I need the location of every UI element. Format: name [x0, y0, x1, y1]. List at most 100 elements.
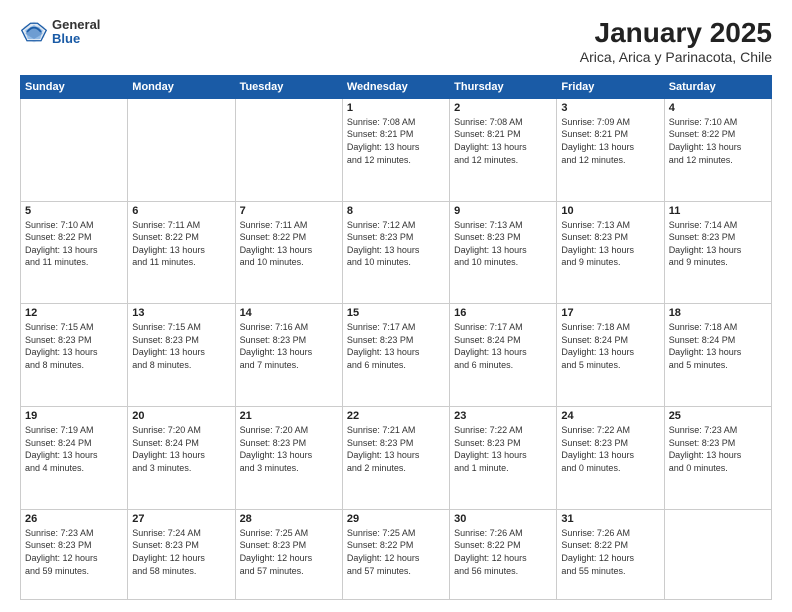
calendar-cell: 24 Sunrise: 7:22 AM Sunset: 8:23 PM Dayli…	[557, 407, 664, 510]
day-info: Sunrise: 7:17 AM Sunset: 8:24 PM Dayligh…	[454, 321, 552, 371]
day-number: 28	[240, 513, 338, 525]
day-number: 9	[454, 205, 552, 217]
day-info: Sunrise: 7:24 AM Sunset: 8:23 PM Dayligh…	[132, 527, 230, 577]
day-info: Sunrise: 7:10 AM Sunset: 8:22 PM Dayligh…	[25, 219, 123, 269]
calendar-cell: 16Sunrise: 7:17 AM Sunset: 8:24 PM Dayli…	[450, 304, 557, 407]
day-info: Sunrise: 7:10 AM Sunset: 8:22 PM Dayligh…	[669, 116, 767, 166]
day-info: Sunrise: 7:08 AM Sunset: 8:21 PM Dayligh…	[454, 116, 552, 166]
logo-icon	[20, 18, 48, 46]
day-number: 26	[25, 513, 123, 525]
calendar-cell: 19 Sunrise: 7:19 AM Sunset: 8:24 PM Dayli…	[21, 407, 128, 510]
day-info: Sunrise: 7:18 AM Sunset: 8:24 PM Dayligh…	[561, 321, 659, 371]
calendar-cell: 22 Sunrise: 7:21 AM Sunset: 8:23 PM Dayli…	[342, 407, 449, 510]
day-number: 14	[240, 307, 338, 319]
calendar-cell: 8 Sunrise: 7:12 AM Sunset: 8:23 PM Daylig…	[342, 201, 449, 304]
header-row: Sunday Monday Tuesday Wednesday Thursday…	[21, 75, 772, 98]
day-info: Sunrise: 7:09 AM Sunset: 8:21 PM Dayligh…	[561, 116, 659, 166]
calendar-cell: 17Sunrise: 7:18 AM Sunset: 8:24 PM Dayli…	[557, 304, 664, 407]
day-number: 8	[347, 205, 445, 217]
day-number: 4	[669, 102, 767, 114]
col-sunday: Sunday	[21, 75, 128, 98]
calendar-cell: 14 Sunrise: 7:16 AM Sunset: 8:23 PM Dayli…	[235, 304, 342, 407]
day-info: Sunrise: 7:26 AM Sunset: 8:22 PM Dayligh…	[454, 527, 552, 577]
day-number: 15	[347, 307, 445, 319]
calendar-cell: 2 Sunrise: 7:08 AM Sunset: 8:21 PM Daylig…	[450, 98, 557, 201]
day-info: Sunrise: 7:17 AM Sunset: 8:23 PM Dayligh…	[347, 321, 445, 371]
day-number: 7	[240, 205, 338, 217]
day-info: Sunrise: 7:13 AM Sunset: 8:23 PM Dayligh…	[454, 219, 552, 269]
day-number: 12	[25, 307, 123, 319]
day-number: 19	[25, 410, 123, 422]
day-number: 1	[347, 102, 445, 114]
day-info: Sunrise: 7:25 AM Sunset: 8:22 PM Dayligh…	[347, 527, 445, 577]
day-info: Sunrise: 7:15 AM Sunset: 8:23 PM Dayligh…	[25, 321, 123, 371]
day-info: Sunrise: 7:14 AM Sunset: 8:23 PM Dayligh…	[669, 219, 767, 269]
col-monday: Monday	[128, 75, 235, 98]
day-number: 3	[561, 102, 659, 114]
calendar-cell: 27Sunrise: 7:24 AM Sunset: 8:23 PM Dayli…	[128, 509, 235, 599]
day-info: Sunrise: 7:20 AM Sunset: 8:24 PM Dayligh…	[132, 424, 230, 474]
calendar-cell	[235, 98, 342, 201]
calendar-cell: 26 Sunrise: 7:23 AM Sunset: 8:23 PM Dayli…	[21, 509, 128, 599]
title-block: January 2025 Arica, Arica y Parinacota, …	[580, 18, 772, 65]
day-info: Sunrise: 7:23 AM Sunset: 8:23 PM Dayligh…	[25, 527, 123, 577]
logo-text: General Blue	[52, 18, 100, 47]
calendar-cell: 30 Sunrise: 7:26 AM Sunset: 8:22 PM Dayli…	[450, 509, 557, 599]
day-info: Sunrise: 7:20 AM Sunset: 8:23 PM Dayligh…	[240, 424, 338, 474]
col-thursday: Thursday	[450, 75, 557, 98]
calendar-cell: 18Sunrise: 7:18 AM Sunset: 8:24 PM Dayli…	[664, 304, 771, 407]
week-row-5: 26 Sunrise: 7:23 AM Sunset: 8:23 PM Dayli…	[21, 509, 772, 599]
calendar-cell: 29 Sunrise: 7:25 AM Sunset: 8:22 PM Dayli…	[342, 509, 449, 599]
day-info: Sunrise: 7:26 AM Sunset: 8:22 PM Dayligh…	[561, 527, 659, 577]
day-info: Sunrise: 7:15 AM Sunset: 8:23 PM Dayligh…	[132, 321, 230, 371]
logo: General Blue	[20, 18, 100, 47]
logo-blue: Blue	[52, 32, 100, 46]
calendar-cell	[21, 98, 128, 201]
calendar-cell: 25Sunrise: 7:23 AM Sunset: 8:23 PM Dayli…	[664, 407, 771, 510]
day-number: 20	[132, 410, 230, 422]
calendar-cell: 9 Sunrise: 7:13 AM Sunset: 8:23 PM Daylig…	[450, 201, 557, 304]
day-number: 18	[669, 307, 767, 319]
calendar-subtitle: Arica, Arica y Parinacota, Chile	[580, 49, 772, 65]
week-row-2: 5 Sunrise: 7:10 AM Sunset: 8:22 PM Daylig…	[21, 201, 772, 304]
col-saturday: Saturday	[664, 75, 771, 98]
week-row-3: 12 Sunrise: 7:15 AM Sunset: 8:23 PM Dayli…	[21, 304, 772, 407]
col-friday: Friday	[557, 75, 664, 98]
calendar-cell: 1 Sunrise: 7:08 AM Sunset: 8:21 PM Daylig…	[342, 98, 449, 201]
day-number: 10	[561, 205, 659, 217]
day-info: Sunrise: 7:21 AM Sunset: 8:23 PM Dayligh…	[347, 424, 445, 474]
calendar-cell: 3 Sunrise: 7:09 AM Sunset: 8:21 PM Daylig…	[557, 98, 664, 201]
day-number: 2	[454, 102, 552, 114]
calendar-cell: 21Sunrise: 7:20 AM Sunset: 8:23 PM Dayli…	[235, 407, 342, 510]
calendar-table: Sunday Monday Tuesday Wednesday Thursday…	[20, 75, 772, 600]
calendar-body: 1 Sunrise: 7:08 AM Sunset: 8:21 PM Daylig…	[21, 98, 772, 599]
day-number: 11	[669, 205, 767, 217]
calendar-cell: 12 Sunrise: 7:15 AM Sunset: 8:23 PM Dayli…	[21, 304, 128, 407]
calendar-cell: 11 Sunrise: 7:14 AM Sunset: 8:23 PM Dayli…	[664, 201, 771, 304]
day-number: 24	[561, 410, 659, 422]
calendar-cell: 7Sunrise: 7:11 AM Sunset: 8:22 PM Daylig…	[235, 201, 342, 304]
day-info: Sunrise: 7:12 AM Sunset: 8:23 PM Dayligh…	[347, 219, 445, 269]
day-number: 22	[347, 410, 445, 422]
calendar-cell: 4 Sunrise: 7:10 AM Sunset: 8:22 PM Daylig…	[664, 98, 771, 201]
day-number: 30	[454, 513, 552, 525]
calendar-cell: 28Sunrise: 7:25 AM Sunset: 8:23 PM Dayli…	[235, 509, 342, 599]
day-info: Sunrise: 7:22 AM Sunset: 8:23 PM Dayligh…	[561, 424, 659, 474]
col-tuesday: Tuesday	[235, 75, 342, 98]
calendar-cell: 15 Sunrise: 7:17 AM Sunset: 8:23 PM Dayli…	[342, 304, 449, 407]
day-number: 25	[669, 410, 767, 422]
day-number: 13	[132, 307, 230, 319]
day-info: Sunrise: 7:16 AM Sunset: 8:23 PM Dayligh…	[240, 321, 338, 371]
day-info: Sunrise: 7:08 AM Sunset: 8:21 PM Dayligh…	[347, 116, 445, 166]
day-number: 29	[347, 513, 445, 525]
day-number: 6	[132, 205, 230, 217]
page: General Blue January 2025 Arica, Arica y…	[0, 0, 792, 612]
calendar-title: January 2025	[580, 18, 772, 49]
logo-general: General	[52, 18, 100, 32]
day-info: Sunrise: 7:19 AM Sunset: 8:24 PM Dayligh…	[25, 424, 123, 474]
day-number: 5	[25, 205, 123, 217]
day-info: Sunrise: 7:13 AM Sunset: 8:23 PM Dayligh…	[561, 219, 659, 269]
calendar-cell: 23Sunrise: 7:22 AM Sunset: 8:23 PM Dayli…	[450, 407, 557, 510]
calendar-cell: 20 Sunrise: 7:20 AM Sunset: 8:24 PM Dayli…	[128, 407, 235, 510]
day-info: Sunrise: 7:22 AM Sunset: 8:23 PM Dayligh…	[454, 424, 552, 474]
